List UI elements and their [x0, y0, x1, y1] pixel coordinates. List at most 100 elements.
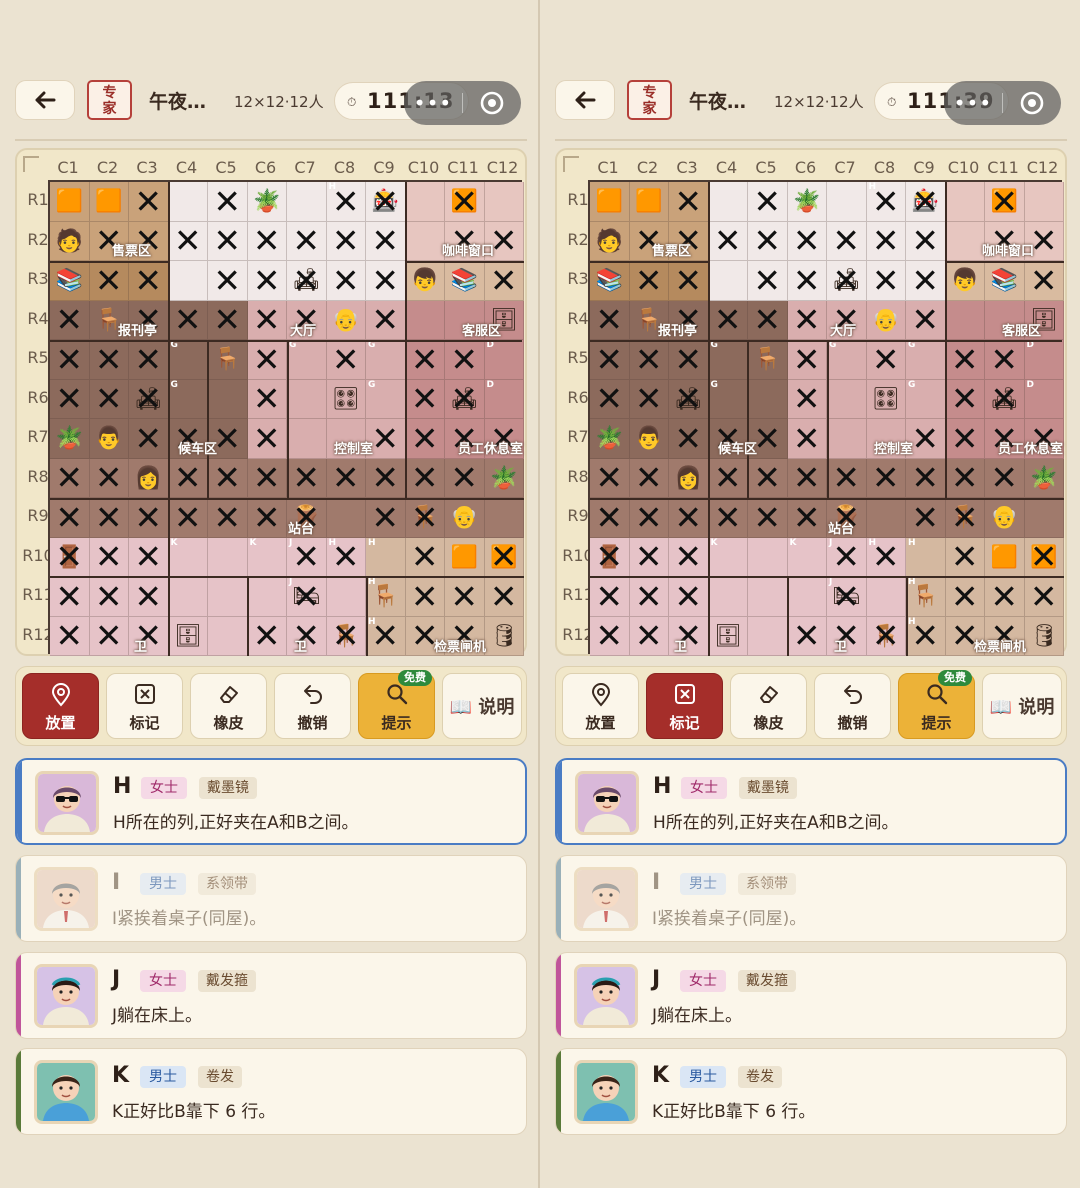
board-cell[interactable]: 🟧 ✕ — [1024, 537, 1064, 577]
board-cell[interactable]: ✕ — [247, 340, 287, 380]
board-cell[interactable]: 👴 — [985, 498, 1025, 538]
board-cell[interactable]: ✕ — [787, 300, 827, 340]
board-cell[interactable]: ✕ — [366, 458, 406, 498]
board-cell[interactable]: ✕ — [669, 182, 709, 222]
board-cell[interactable]: 🎰 ✕ — [366, 182, 406, 222]
board-cell[interactable]: ✕ — [484, 261, 524, 301]
eraser-tool-button[interactable]: 橡皮 — [190, 673, 267, 739]
board-cell[interactable] — [326, 577, 366, 617]
board-cell[interactable]: ✕ — [708, 221, 748, 261]
board-cell[interactable]: H — [906, 537, 946, 577]
board-cell[interactable]: ✕ — [669, 537, 709, 577]
board-cell[interactable]: ✕ — [629, 577, 669, 617]
board-cell[interactable]: ✕ — [669, 498, 709, 538]
board-cell[interactable] — [405, 182, 445, 222]
board-cell[interactable]: ✕ — [945, 458, 985, 498]
board-cell[interactable]: ✕ — [945, 379, 985, 419]
board-cell[interactable]: 🪑 ✕ — [945, 498, 985, 538]
board-cell[interactable]: 🛋 ✕ — [129, 379, 169, 419]
board-cell[interactable]: ✕ — [247, 221, 287, 261]
board-cell[interactable]: ✕ — [866, 221, 906, 261]
board-cell[interactable]: G — [708, 340, 748, 380]
board-cell[interactable]: ✕ — [629, 340, 669, 380]
back-button[interactable] — [15, 80, 75, 120]
board-cell[interactable]: ✕ — [405, 458, 445, 498]
board-cell[interactable]: ✕ — [787, 221, 827, 261]
board-cell[interactable]: 🪴 — [590, 419, 630, 459]
board-cell[interactable]: ✕ — [208, 498, 248, 538]
board-cell[interactable] — [748, 379, 788, 419]
board-cell[interactable]: 🪑 — [748, 340, 788, 380]
board-cell[interactable]: ✕ — [787, 379, 827, 419]
guide-button[interactable]: 📖 说明 — [982, 673, 1062, 739]
board-cell[interactable]: ✕ — [866, 340, 906, 380]
board-cell[interactable]: 🧑 — [590, 221, 630, 261]
board-cell[interactable] — [287, 379, 327, 419]
board-cell[interactable]: ✕ — [247, 458, 287, 498]
board-cell[interactable]: 🟧 — [590, 182, 630, 222]
board-cell[interactable]: ✕ — [50, 498, 90, 538]
board-cell[interactable]: H ✕ — [906, 616, 946, 656]
board-cell[interactable]: D — [484, 379, 524, 419]
board-cell[interactable]: ✕ — [748, 261, 788, 301]
board-cell[interactable]: 🎛 — [326, 379, 366, 419]
board-cell[interactable]: ✕ — [827, 221, 867, 261]
board-cell[interactable]: J 🛏 ✕ — [827, 577, 867, 617]
board-cell[interactable]: H — [366, 537, 406, 577]
board-cell[interactable]: G — [827, 340, 867, 380]
board-cell[interactable]: ✕ — [787, 616, 827, 656]
board-cell[interactable]: 🗄 — [708, 616, 748, 656]
board-cell[interactable] — [827, 419, 867, 459]
board-cell[interactable]: ✕ — [247, 616, 287, 656]
board-cell[interactable]: 👩 — [129, 458, 169, 498]
board-cell[interactable]: ✕ — [326, 221, 366, 261]
board-cell[interactable]: ✕ — [89, 340, 129, 380]
board-cell[interactable]: ✕ — [906, 498, 946, 538]
board-cell[interactable]: ✕ — [129, 419, 169, 459]
hint-tool-button[interactable]: 免费 提示 — [358, 670, 435, 739]
board-cell[interactable]: ✕ — [445, 577, 485, 617]
board-cell[interactable]: ✕ — [669, 419, 709, 459]
board-cell[interactable] — [484, 498, 524, 538]
board-cell[interactable]: 🪴 — [50, 419, 90, 459]
board-cell[interactable]: 🛢 — [1024, 616, 1064, 656]
clue-card[interactable]: K 男士 卷发 K正好比B靠下 6 行。 — [15, 1048, 527, 1135]
board-cell[interactable]: ✕ — [708, 498, 748, 538]
board-cell[interactable]: ✕ — [866, 458, 906, 498]
board-cell[interactable]: ✕ — [445, 458, 485, 498]
board-cell[interactable]: H ✕ — [326, 182, 366, 222]
board-cell[interactable]: ✕ — [629, 458, 669, 498]
board-cell[interactable]: ✕ — [405, 419, 445, 459]
board-cell[interactable]: K — [787, 537, 827, 577]
board-cell[interactable]: ✕ — [945, 340, 985, 380]
undo-tool-button[interactable]: 撤销 — [814, 673, 891, 739]
board-cell[interactable]: ✕ — [208, 182, 248, 222]
board-cell[interactable]: ✕ — [89, 458, 129, 498]
board-cell[interactable]: ✕ — [748, 221, 788, 261]
board-cell[interactable]: 🟧 ✕ — [445, 182, 485, 222]
board-cell[interactable]: 🗄 — [168, 616, 208, 656]
board-cell[interactable] — [787, 577, 827, 617]
board-cell[interactable]: J 🛏 ✕ — [287, 577, 327, 617]
board-cell[interactable]: D — [1024, 340, 1064, 380]
board-cell[interactable] — [748, 577, 788, 617]
board-cell[interactable]: H ✕ — [866, 182, 906, 222]
board-cell[interactable]: H 🪑 — [906, 577, 946, 617]
board-cell[interactable] — [827, 379, 867, 419]
board-cell[interactable]: ✕ — [326, 261, 366, 301]
back-button[interactable] — [555, 80, 615, 120]
board-cell[interactable]: ✕ — [748, 498, 788, 538]
board-cell[interactable]: ✕ — [629, 498, 669, 538]
hint-tool-button[interactable]: 免费 提示 — [898, 670, 975, 739]
board-cell[interactable]: ✕ — [50, 379, 90, 419]
board-cell[interactable]: 📚 — [445, 261, 485, 301]
clue-card[interactable]: H 女士 戴墨镜 H所在的列,正好夹在A和B之间。 — [555, 758, 1067, 845]
board-cell[interactable] — [748, 616, 788, 656]
place-tool-button[interactable]: 放置 — [22, 673, 99, 739]
board-cell[interactable]: ✕ — [945, 419, 985, 459]
board-cell[interactable]: ✕ — [748, 458, 788, 498]
board-cell[interactable]: ✕ — [89, 616, 129, 656]
board-cell[interactable]: ✕ — [89, 577, 129, 617]
board-cell[interactable]: ✕ — [590, 577, 630, 617]
board-cell[interactable]: 🟧 — [50, 182, 90, 222]
